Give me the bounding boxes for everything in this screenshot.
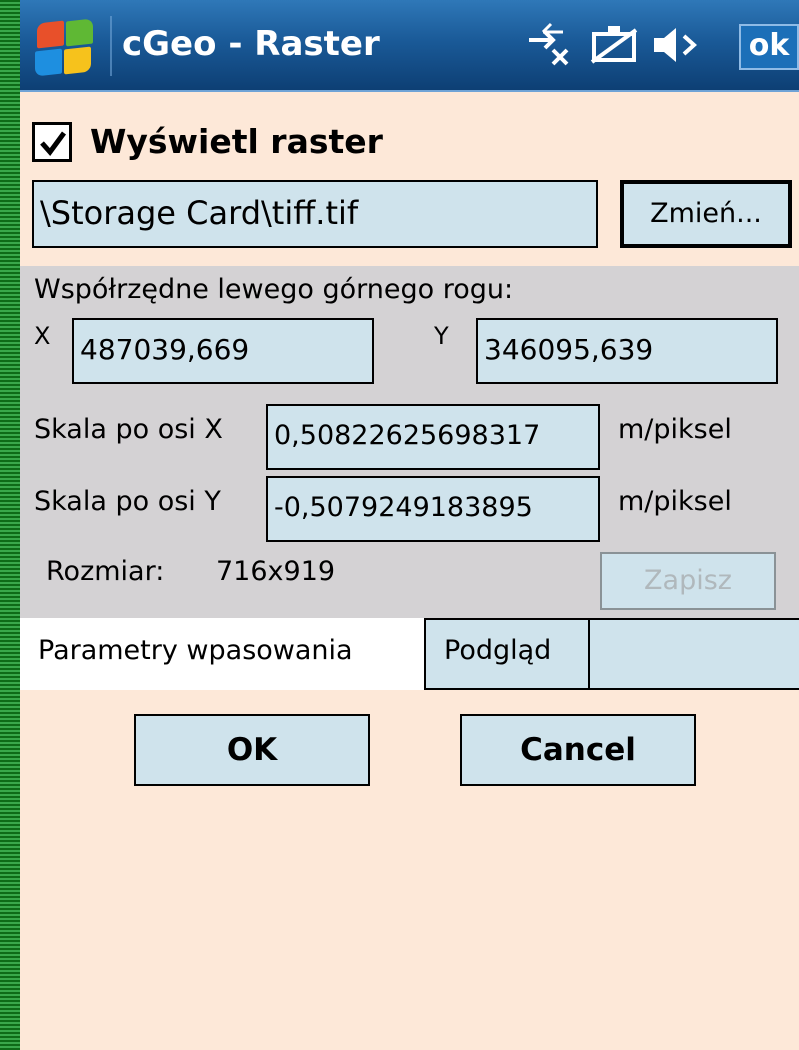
window-title: cGeo - Raster xyxy=(122,24,380,64)
checkmark-icon xyxy=(40,131,67,156)
battery-icon[interactable] xyxy=(590,22,640,78)
volume-icon[interactable] xyxy=(650,22,700,78)
tab-preview[interactable]: Podgląd xyxy=(426,618,590,690)
windows-start-icon[interactable] xyxy=(33,18,95,78)
display-raster-label: Wyświetl raster xyxy=(90,122,383,161)
tab-bar: Parametry wpasowania Podgląd xyxy=(20,618,799,690)
raster-file-path-field[interactable]: \Storage Card\tiff.tif xyxy=(32,180,598,248)
connectivity-icon[interactable] xyxy=(525,22,573,78)
change-file-button[interactable]: Zmień... xyxy=(620,180,792,248)
scale-y-field[interactable]: -0,5079249183895 xyxy=(266,476,600,542)
size-label: Rozmiar: xyxy=(46,556,165,587)
georeference-panel: Współrzędne lewego górnego rogu: X 48703… xyxy=(20,266,799,618)
size-value: 716x919 xyxy=(216,556,336,587)
y-coordinate-label: Y xyxy=(434,322,449,350)
corner-heading: Współrzędne lewego górnego rogu: xyxy=(34,274,514,305)
ok-button[interactable]: OK xyxy=(134,714,370,786)
x-coordinate-field[interactable]: 487039,669 xyxy=(72,318,374,384)
display-raster-checkbox[interactable] xyxy=(32,122,72,162)
tab-fit-parameters[interactable]: Parametry wpasowania xyxy=(20,618,426,690)
raster-dialog: Wyświetl raster \Storage Card\tiff.tif Z… xyxy=(20,92,799,1050)
scale-x-unit: m/piksel xyxy=(618,414,732,445)
scale-x-label: Skala po osi X xyxy=(34,414,223,445)
cancel-button[interactable]: Cancel xyxy=(460,714,696,786)
title-ok-button[interactable]: ok xyxy=(739,24,799,70)
title-bar: cGeo - Raster ok xyxy=(20,0,799,92)
x-coordinate-label: X xyxy=(34,322,51,350)
scale-y-unit: m/piksel xyxy=(618,486,732,517)
scale-y-label: Skala po osi Y xyxy=(34,486,221,517)
scale-x-field[interactable]: 0,50822625698317 xyxy=(266,404,600,470)
title-separator xyxy=(110,16,112,76)
save-button[interactable]: Zapisz xyxy=(600,552,776,610)
desktop-edge xyxy=(0,0,20,1050)
y-coordinate-field[interactable]: 346095,639 xyxy=(476,318,778,384)
